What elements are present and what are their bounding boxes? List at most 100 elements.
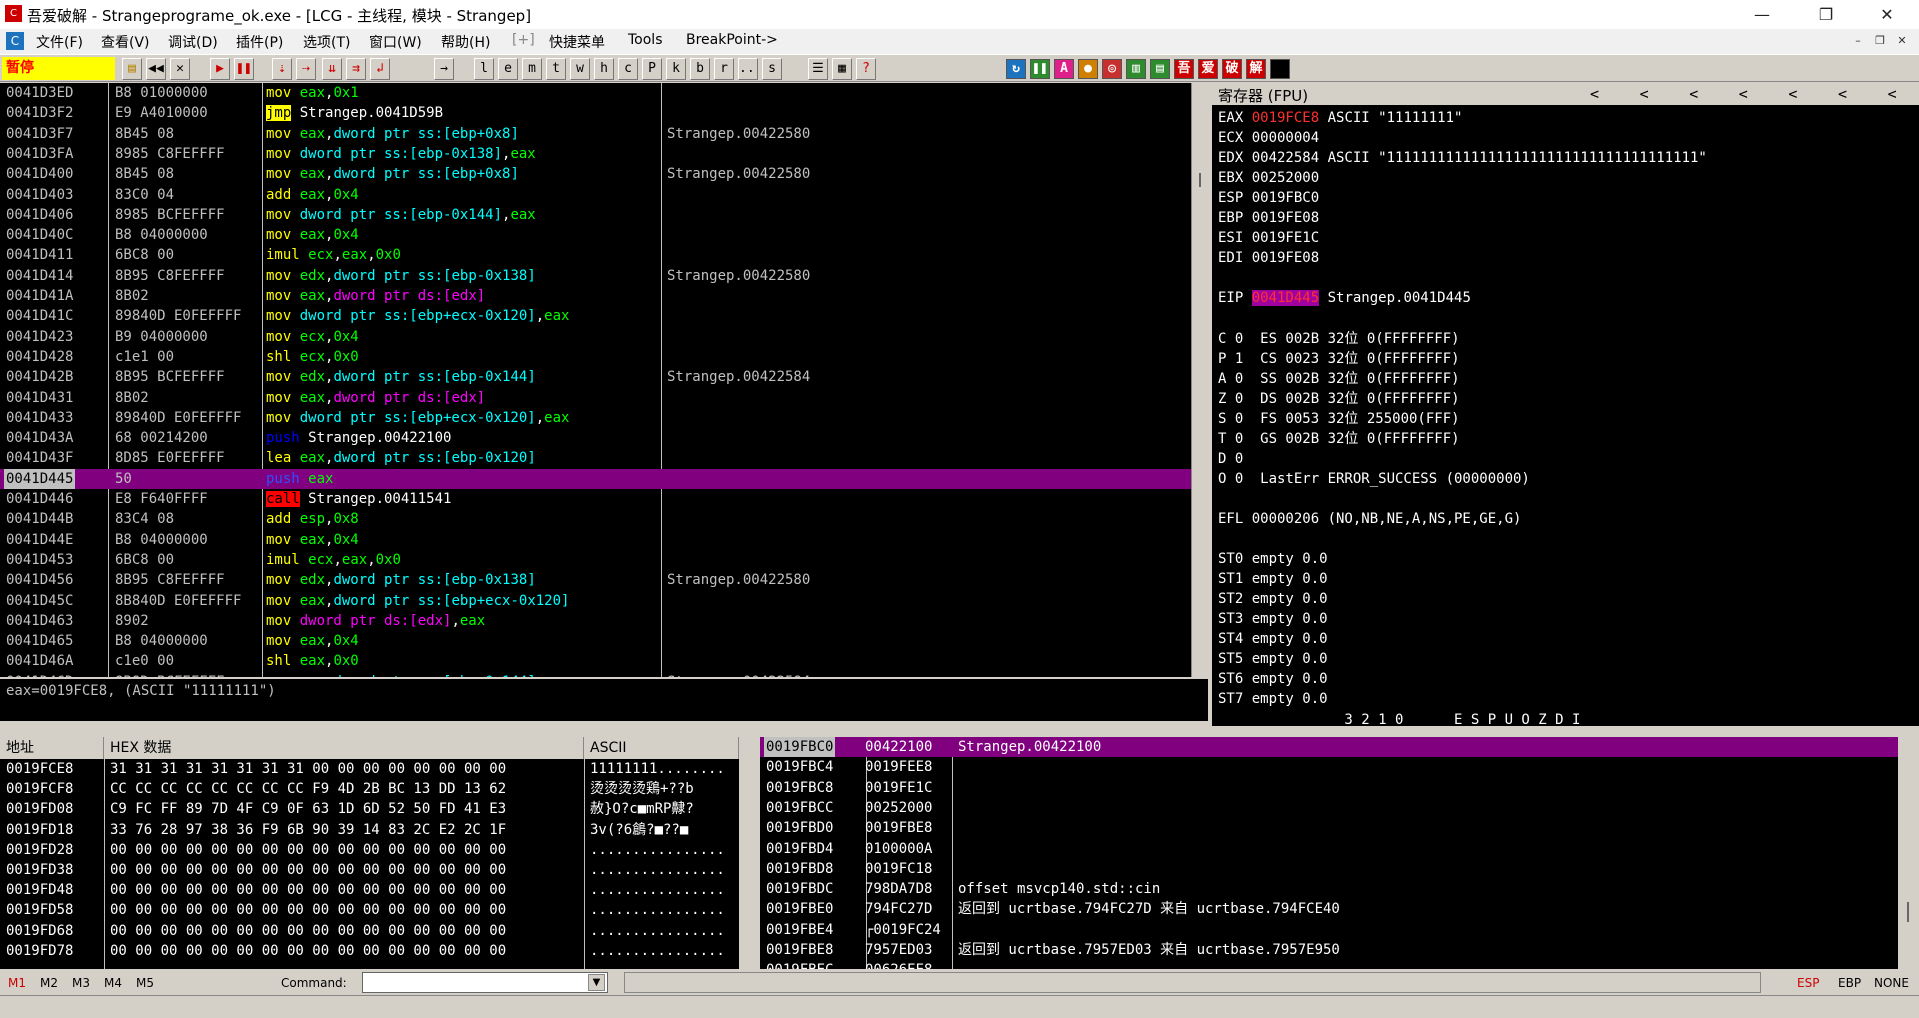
dump-row[interactable]: 0019FD48 00 00 00 00 00 00 00 00 00 00 00… (0, 880, 739, 900)
register-line[interactable]: ST0 empty 0.0 (1218, 549, 1328, 569)
disasm-row[interactable]: 0041D41C 89840D E0FEFFFF mov dword ptr ss:… (0, 306, 1191, 326)
toolbar-h-button[interactable]: h (594, 58, 614, 80)
disasm-row[interactable]: 0041D453 6BC8 00 imul ecx,eax,0x0 (0, 550, 1191, 570)
stack-row[interactable]: 0019FBC4 0019FEE8 (760, 757, 1898, 777)
disasm-row[interactable]: 0041D456 8B95 C8FEFFFF mov edx,dword ptr s… (0, 570, 1191, 590)
toolbar-m-button[interactable]: m (522, 58, 542, 80)
stack-pane[interactable]: 0019FBC0 00422100 Strangep.00422100 0019FBC… (760, 737, 1898, 969)
grid-icon[interactable]: ▦ (832, 58, 852, 80)
dump-col-hex[interactable]: HEX 数据 (104, 737, 584, 759)
register-line[interactable]: P 1 CS 0023 32位 0(FFFFFFFF) (1218, 349, 1460, 369)
tab-m1[interactable]: M1 (8, 976, 26, 990)
stack-row[interactable]: 0019FBD4 0100000A (760, 839, 1898, 859)
run-icon[interactable]: ▶ (210, 58, 230, 80)
step-into-icon[interactable]: ⇣ (272, 58, 292, 80)
execute-till-return-icon[interactable]: ↲ (370, 58, 390, 80)
command-input[interactable] (362, 972, 608, 993)
register-line[interactable]: O 0 LastErr ERROR_SUCCESS (00000000) (1218, 469, 1530, 489)
open-folder-icon[interactable]: ▤ (122, 58, 142, 80)
disasm-row[interactable]: 0041D43A 68 00214200 push Strangep.0042210… (0, 428, 1191, 448)
disasm-row[interactable]: 0041D400 8B45 08 mov eax,dword ptr ss:[ebp… (0, 164, 1191, 184)
dump-row[interactable]: 0019FD58 00 00 00 00 00 00 00 00 00 00 00… (0, 900, 739, 920)
register-line[interactable]: T 0 GS 002B 32位 0(FFFFFFFF) (1218, 429, 1460, 449)
record-icon[interactable]: ● (1078, 59, 1098, 79)
disasm-row[interactable]: 0041D414 8B95 C8FEFFFF mov edx,dword ptr s… (0, 266, 1191, 286)
jie-logo-icon[interactable]: 解 (1246, 59, 1266, 79)
tab-m4[interactable]: M4 (104, 976, 122, 990)
register-arrow-button[interactable]: < (1888, 85, 1897, 103)
register-line[interactable]: ST2 empty 0.0 (1218, 589, 1328, 609)
disasm-row[interactable]: 0041D43F 8D85 E0FEFFFF lea eax,dword ptr s… (0, 448, 1191, 468)
help-icon[interactable]: ? (856, 58, 876, 80)
disasm-row[interactable]: 0041D3FA 8985 C8FEFFFF mov dword ptr ss:[e… (0, 144, 1191, 164)
disasm-row[interactable]: 0041D411 6BC8 00 imul ecx,eax,0x0 (0, 245, 1191, 265)
toolbar-s-button[interactable]: s (762, 58, 782, 80)
dump-row[interactable]: 0019FD38 00 00 00 00 00 00 00 00 00 00 00… (0, 860, 739, 880)
stack-row[interactable]: 0019FBE4 ┌0019FC24 (760, 920, 1898, 940)
register-line[interactable]: ST7 empty 0.0 (1218, 689, 1328, 709)
disasm-row[interactable]: 0041D40C B8 04000000 mov eax,0x4 (0, 225, 1191, 245)
menu-window[interactable]: 窗口(W) (369, 32, 422, 52)
register-line[interactable]: EDX 00422584 ASCII "11111111111111111111… (1218, 148, 1707, 168)
disasm-row[interactable]: 0041D423 B9 04000000 mov ecx,0x4 (0, 327, 1191, 347)
close-program-icon[interactable]: ✕ (170, 58, 190, 80)
toolbar-b-button[interactable]: b (690, 58, 710, 80)
registers-pane[interactable]: 寄存器 (FPU) < < < < < < < EAX 0019FCE8 ASCII "11… (1212, 83, 1919, 726)
disasm-row[interactable]: 0041D403 83C0 04 add eax,0x4 (0, 185, 1191, 205)
register-line[interactable]: ESP 0019FBC0 (1218, 188, 1319, 208)
toolbar-t-button[interactable]: t (546, 58, 566, 80)
register-line[interactable]: C 0 ES 002B 32位 0(FFFFFFFF) (1218, 329, 1460, 349)
stack-row[interactable]: 0019FBDC 798DA7D8 offset msvcp140.std::cin (760, 879, 1898, 899)
tab-m2[interactable]: M2 (40, 976, 58, 990)
stack-row[interactable]: 0019FBD0 0019FBE8 (760, 818, 1898, 838)
restart-icon[interactable]: ◀◀ (146, 58, 166, 80)
trace-into-icon[interactable]: ⇊ (322, 58, 342, 80)
register-arrow-button[interactable]: < (1788, 85, 1797, 103)
break-logo-icon[interactable]: 破 (1222, 59, 1242, 79)
disasm-row[interactable]: 0041D428 c1e1 00 shl ecx,0x0 (0, 347, 1191, 367)
disasm-row[interactable]: 0041D463 8902 mov dword ptr ds:[edx],eax (0, 611, 1191, 631)
dump-row[interactable]: 0019FCF8 CC CC CC CC CC CC CC CC F9 4D 2B… (0, 779, 739, 799)
disasm-row[interactable]: 0041D465 B8 04000000 mov eax,0x4 (0, 631, 1191, 651)
toolbar-c-button[interactable]: c (618, 58, 638, 80)
register-line[interactable]: Z 0 DS 002B 32位 0(FFFFFFFF) (1218, 389, 1460, 409)
minimize-button[interactable]: — (1733, 0, 1791, 29)
disasm-row[interactable]: 0041D3F7 8B45 08 mov eax,dword ptr ss:[ebp… (0, 124, 1191, 144)
register-line[interactable]: ST1 empty 0.0 (1218, 569, 1328, 589)
step-over-icon[interactable]: ⇢ (296, 58, 316, 80)
register-line[interactable]: ST3 empty 0.0 (1218, 609, 1328, 629)
toolbar-p-button[interactable]: P (642, 58, 662, 80)
register-arrow-button[interactable]: < (1838, 85, 1847, 103)
letter-a-icon[interactable]: A (1054, 59, 1074, 79)
dump-row[interactable]: 0019FCE8 31 31 31 31 31 31 31 31 00 00 00… (0, 759, 739, 779)
menu-tools[interactable]: Tools (628, 32, 663, 48)
esp-button[interactable]: ESP (1797, 976, 1819, 990)
menu-shortcuts[interactable]: 快捷菜单 (549, 32, 605, 52)
toolbar-w-button[interactable]: w (570, 58, 590, 80)
dump-row[interactable]: 0019FD68 00 00 00 00 00 00 00 00 00 00 00… (0, 921, 739, 941)
stack-row[interactable]: 0019FBC8 0019FE1C (760, 778, 1898, 798)
register-line[interactable]: 3 2 1 0 E S P U O Z D I (1218, 710, 1580, 727)
stack-scrollbar[interactable] (1898, 737, 1919, 969)
dump-row[interactable]: 0019FD08 C9 FC FF 89 7D 4F C9 0F 63 1D 6D… (0, 799, 739, 819)
toolbar-ellipsis-button[interactable]: ... (738, 58, 758, 80)
play-pause-icon[interactable]: ❚❚ (1030, 59, 1050, 79)
register-line[interactable]: ECX 00000004 (1218, 128, 1319, 148)
ebp-button[interactable]: EBP (1838, 976, 1861, 990)
black-square-icon[interactable] (1270, 59, 1290, 79)
register-arrow-button[interactable]: < (1739, 85, 1748, 103)
disasm-row[interactable]: 0041D41A 8B02 mov eax,dword ptr ds:[edx] (0, 286, 1191, 306)
menu-help[interactable]: 帮助(H) (441, 32, 490, 52)
memory-dump-pane[interactable]: 0019FCE8 31 31 31 31 31 31 31 31 00 00 00… (0, 759, 739, 969)
menu-view[interactable]: 查看(V) (101, 32, 150, 52)
list-icon[interactable]: ☰ (808, 58, 828, 80)
stack-top-row[interactable]: 0019FBC0 00422100 Strangep.00422100 (760, 737, 1898, 757)
stack-row[interactable]: 0019FBE8 7957ED03 返回到 ucrtbase.7957ED03 来自… (760, 940, 1898, 960)
mdi-minimize-button[interactable]: – (1849, 32, 1867, 50)
trace-over-icon[interactable]: ⇉ (346, 58, 366, 80)
register-line[interactable]: EAX 0019FCE8 ASCII "11111111" (1218, 108, 1462, 128)
refresh-icon[interactable]: ↻ (1006, 59, 1026, 79)
table-icon[interactable]: ▤ (1150, 59, 1170, 79)
command-dropdown-icon[interactable]: ▼ (588, 974, 605, 991)
disasm-row[interactable]: 0041D42B 8B95 BCFEFFFF mov edx,dword ptr s… (0, 367, 1191, 387)
